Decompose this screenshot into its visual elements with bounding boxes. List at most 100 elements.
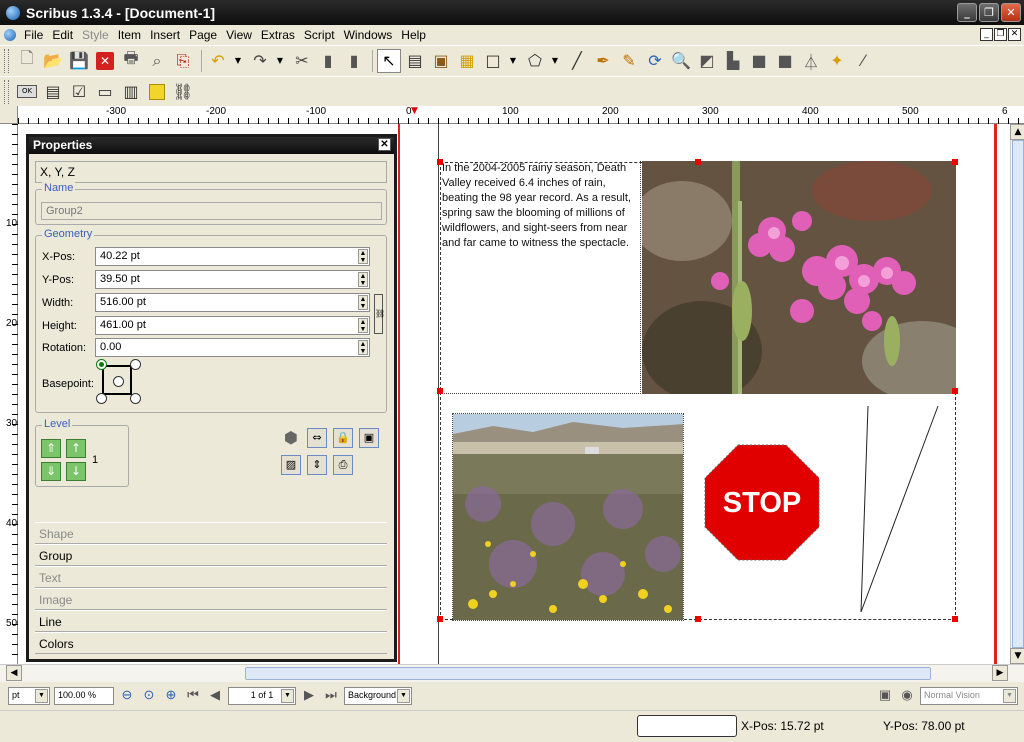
line-icon[interactable]: ╱ <box>565 49 589 73</box>
section-colors[interactable]: Colors <box>35 632 387 654</box>
shape-text-flow-icon[interactable]: ⬢ <box>281 428 301 448</box>
freehand-icon[interactable]: ✎ <box>617 49 641 73</box>
raise-icon[interactable]: ↑ <box>66 439 86 458</box>
properties-close-icon[interactable]: ✕ <box>378 138 391 151</box>
lock-icon[interactable]: 🔒 <box>333 428 353 448</box>
basepoint-bottom-right[interactable] <box>130 393 141 404</box>
menu-item[interactable]: Item <box>118 28 141 42</box>
menu-script[interactable]: Script <box>304 28 335 42</box>
zoom-icon[interactable]: 🔍 <box>669 49 693 73</box>
zoom-input[interactable]: 100.00 % <box>54 687 114 705</box>
mdi-minimize-button[interactable]: _ <box>980 28 993 41</box>
spin-arrows-icon[interactable]: ▲ ▼ <box>358 340 368 355</box>
ypos-input[interactable]: 39.50 pt ▲ ▼ <box>95 270 370 289</box>
mdi-restore-button[interactable]: ❐ <box>994 28 1007 41</box>
shape-dropdown-icon[interactable]: ▼ <box>507 49 519 73</box>
selection-handle[interactable] <box>952 159 958 165</box>
flower-image-frame[interactable] <box>642 161 956 394</box>
undo-dropdown-icon[interactable]: ▼ <box>232 49 244 73</box>
eyedropper-icon[interactable]: ⁄ <box>851 49 875 73</box>
first-page-icon[interactable]: ⏮ <box>184 687 202 705</box>
copy-icon[interactable]: ▮ <box>316 49 340 73</box>
selection-handle[interactable] <box>952 388 958 394</box>
next-page-icon[interactable]: ▶ <box>300 687 318 705</box>
image-frame-icon[interactable]: ▣ <box>429 49 453 73</box>
bezier-icon[interactable]: ✒ <box>591 49 615 73</box>
redo-icon[interactable]: ↷ <box>248 49 272 73</box>
zoom-out-icon[interactable]: ⊖ <box>118 687 136 705</box>
horizontal-scrollbar[interactable]: ◀ ▶ <box>0 664 1024 682</box>
menu-insert[interactable]: Insert <box>150 28 180 42</box>
horizontal-scroll-thumb[interactable] <box>245 667 931 680</box>
selection-handle[interactable] <box>695 159 701 165</box>
print-icon[interactable]: 🖶 <box>119 48 143 73</box>
menu-help[interactable]: Help <box>401 28 426 42</box>
flip-vertical-icon[interactable]: ⇕ <box>307 455 327 475</box>
menu-view[interactable]: View <box>226 28 252 42</box>
wildflower-field-image-frame[interactable] <box>452 413 684 621</box>
copy-properties-icon[interactable]: ⏃ <box>799 49 823 73</box>
basepoint-center[interactable] <box>113 376 124 387</box>
undo-icon[interactable]: ↶ <box>206 49 230 73</box>
pdf-text-field-icon[interactable]: ▤ <box>41 80 65 104</box>
scroll-left-icon[interactable]: ◀ <box>6 665 22 681</box>
unlink-frames-icon[interactable]: ■ <box>747 49 771 73</box>
link-frames-icon[interactable]: ▙ <box>721 49 745 73</box>
pdf-export-icon[interactable]: ⎘ <box>171 49 195 73</box>
save-icon[interactable]: 💾 <box>67 49 91 73</box>
section-image[interactable]: Image <box>35 588 387 610</box>
last-page-icon[interactable]: ⏭ <box>322 687 340 705</box>
paste-icon[interactable]: ▮ <box>342 49 366 73</box>
zoom-100-icon[interactable]: ⊙ <box>140 687 158 705</box>
close-window-button[interactable]: ✕ <box>1001 3 1021 22</box>
flip-horizontal-icon[interactable]: ⇔ <box>307 428 327 448</box>
section-shape[interactable]: Shape <box>35 522 387 544</box>
zoom-in-icon[interactable]: ⊕ <box>162 687 180 705</box>
spin-arrows-icon[interactable]: ▲ ▼ <box>358 249 368 264</box>
measure-icon[interactable]: ■ <box>773 49 797 73</box>
section-text[interactable]: Text <box>35 566 387 588</box>
table-icon[interactable]: ▦ <box>455 49 479 73</box>
line-shapes[interactable] <box>856 404 946 614</box>
vision-eye-icon[interactable]: ◉ <box>898 687 916 705</box>
polygon-icon[interactable]: ⬠ <box>523 49 547 73</box>
basepoint-top-right[interactable] <box>130 359 141 370</box>
select-icon[interactable]: ↖ <box>377 48 401 73</box>
xpos-input[interactable]: 40.22 pt ▲ ▼ <box>95 247 370 266</box>
vision-select[interactable]: Normal Vision ▼ <box>920 687 1018 705</box>
rotate-icon[interactable]: ⟳ <box>643 49 667 73</box>
lower-icon[interactable]: ↓ <box>66 462 86 481</box>
height-input[interactable]: 461.00 pt ▲ ▼ <box>95 316 370 335</box>
layer-select[interactable]: Background ▼ <box>344 687 412 705</box>
pdf-list-box-icon[interactable]: ▥ <box>119 80 143 104</box>
vertical-scroll-thumb[interactable] <box>1012 140 1024 648</box>
scroll-right-icon[interactable]: ▶ <box>992 665 1008 681</box>
polygon-dropdown-icon[interactable]: ▼ <box>549 49 561 73</box>
spin-arrows-icon[interactable]: ▲ ▼ <box>358 318 368 333</box>
toolbar-grip[interactable] <box>4 79 9 104</box>
preflight-icon[interactable]: ⌕ <box>145 49 169 73</box>
lock-size-icon[interactable]: ▣ <box>359 428 379 448</box>
spin-arrows-icon[interactable]: ▲ ▼ <box>358 295 368 310</box>
keep-ratio-chain-icon[interactable]: ⛓ <box>374 294 385 334</box>
shape-icon[interactable]: □ <box>481 49 505 73</box>
spin-arrows-icon[interactable]: ▲ ▼ <box>358 272 368 287</box>
text-frame-icon[interactable]: ▤ <box>403 49 427 73</box>
section-group[interactable]: Group <box>35 544 387 566</box>
text-annotation-icon[interactable] <box>145 80 169 104</box>
selection-handle[interactable] <box>437 616 443 622</box>
menu-file[interactable]: File <box>24 28 43 42</box>
rotation-input[interactable]: 0.00 ▲ ▼ <box>95 338 370 357</box>
name-field[interactable]: Group2 <box>41 202 382 220</box>
raise-to-top-icon[interactable]: ⇑ <box>41 439 61 458</box>
selection-handle[interactable] <box>437 159 443 165</box>
basepoint-top-left[interactable] <box>96 359 107 370</box>
pdf-combo-box-icon[interactable]: ▭ <box>93 80 117 104</box>
previous-page-icon[interactable]: ◀ <box>206 687 224 705</box>
close-document-icon[interactable]: ✕ <box>93 49 117 73</box>
selection-handle[interactable] <box>952 616 958 622</box>
no-print-icon[interactable]: ▨ <box>281 455 301 475</box>
cut-icon[interactable]: ✂ <box>290 49 314 73</box>
unit-select[interactable]: pt ▼ <box>8 687 50 705</box>
section-line[interactable]: Line <box>35 610 387 632</box>
